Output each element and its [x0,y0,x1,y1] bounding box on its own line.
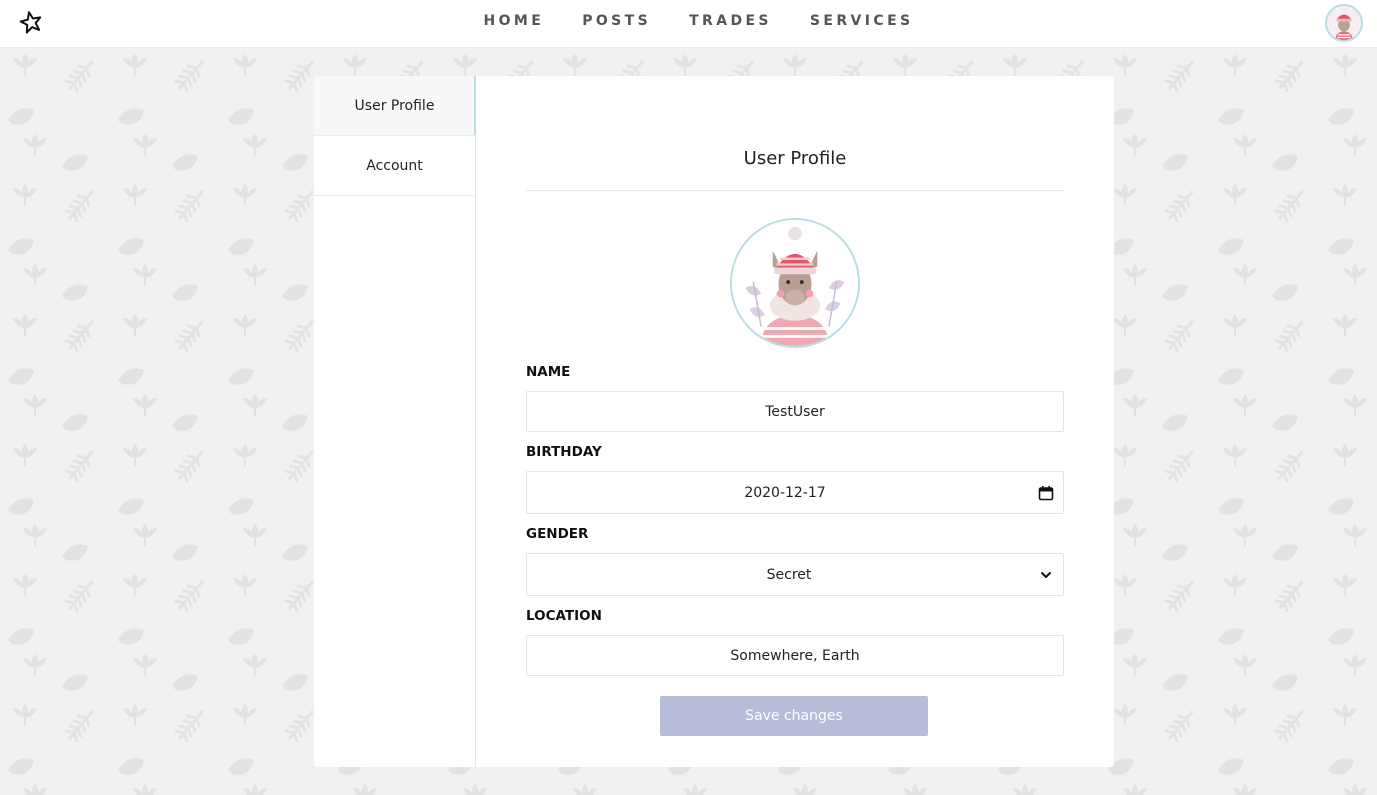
birthday-input[interactable] [527,472,1063,513]
name-field-wrapper [526,391,1064,432]
birthday-field-wrapper [526,471,1064,514]
nav-services[interactable]: SERVICES [810,13,914,29]
settings-card: User Profile Account User Profile NAME T… [314,76,1114,767]
llama-avatar [1327,6,1361,40]
title-divider [526,190,1064,191]
location-field-wrapper [526,635,1064,676]
calendar-icon[interactable] [1038,485,1054,501]
sidebar-item-label: User Profile [354,97,435,114]
location-input[interactable] [527,636,1063,675]
sidebar-item-label: Account [366,157,423,174]
profile-avatar[interactable] [730,218,860,348]
star-logo-icon[interactable] [18,9,44,35]
gender-select[interactable]: Secret [526,553,1064,596]
top-nav-bar: HOME POSTS TRADES SERVICES [0,0,1377,48]
sidebar-item-user-profile[interactable]: User Profile [314,76,476,136]
nav-posts[interactable]: POSTS [582,13,651,29]
save-changes-button[interactable]: Save changes [660,696,928,736]
nav-trades[interactable]: TRADES [689,13,772,29]
gender-selected-value: Secret [766,566,812,583]
chevron-down-icon [1038,567,1054,583]
settings-sidebar: User Profile Account [314,76,476,767]
birthday-label: BIRTHDAY [526,444,602,460]
user-avatar-menu[interactable] [1325,4,1363,42]
main-nav: HOME POSTS TRADES SERVICES [0,0,1377,48]
location-label: LOCATION [526,608,602,624]
nav-home[interactable]: HOME [483,13,544,29]
page-title: User Profile [743,148,847,169]
sidebar-item-account[interactable]: Account [314,136,475,196]
name-label: NAME [526,364,571,380]
llama-avatar [732,220,858,346]
name-input[interactable] [527,392,1063,431]
profile-form: User Profile NAME TestUser BIRTHDAY 2020… [476,76,1114,767]
gender-label: GENDER [526,526,589,542]
